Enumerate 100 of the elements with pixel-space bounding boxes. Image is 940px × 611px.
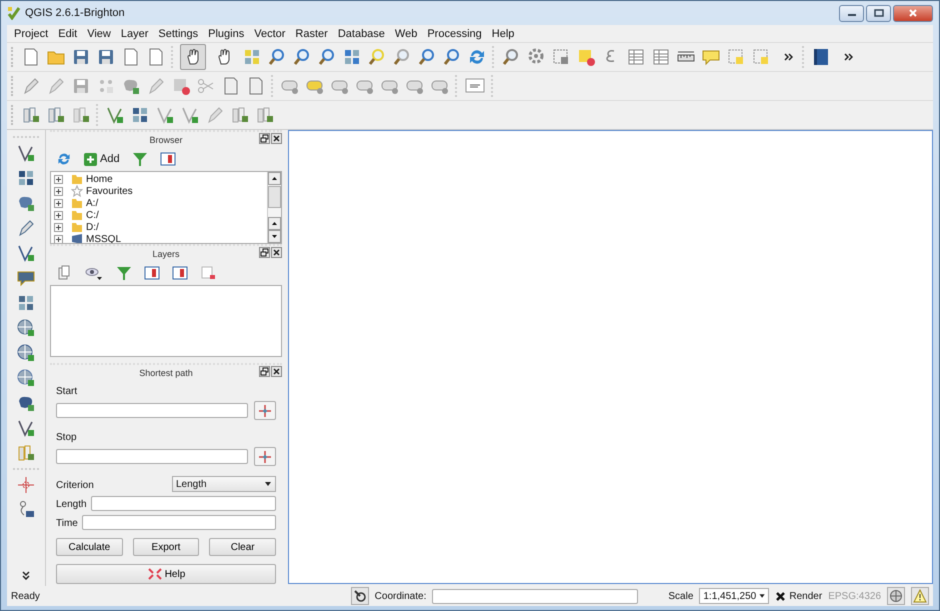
add-button[interactable]: Add xyxy=(84,152,120,166)
overflow-chevron-icon[interactable] xyxy=(784,52,793,62)
criterion-dropdown[interactable]: Length xyxy=(172,476,276,492)
vector-add-layer-icon[interactable] xyxy=(105,105,125,125)
action-button[interactable]: Clear xyxy=(209,538,276,556)
add-raster-icon[interactable] xyxy=(16,168,36,188)
form-annotation-square-icon[interactable] xyxy=(751,47,771,67)
browser-tree-item[interactable]: D:/ xyxy=(51,221,267,233)
menu-item[interactable]: Database xyxy=(332,28,390,40)
close-icon[interactable] xyxy=(271,247,282,258)
expander-icon[interactable] xyxy=(54,186,63,196)
expander-icon[interactable] xyxy=(54,198,63,208)
close-icon[interactable] xyxy=(271,133,282,144)
crosshair-icon[interactable] xyxy=(16,475,36,495)
scroll-up-icon[interactable] xyxy=(268,217,281,230)
scroll-up-icon[interactable] xyxy=(268,172,281,185)
zoom-in-magnifier-icon[interactable] xyxy=(267,47,287,67)
attribute-table-icon[interactable] xyxy=(626,47,646,67)
menu-item[interactable]: Vector xyxy=(249,28,290,40)
menu-item[interactable]: Raster xyxy=(290,28,333,40)
menu-item[interactable]: Layer xyxy=(116,28,154,40)
delete-square-icon[interactable] xyxy=(171,76,191,96)
remove-layer-icon[interactable] xyxy=(200,265,216,281)
menu-item[interactable]: Help xyxy=(486,28,520,40)
action-button[interactable]: Calculate xyxy=(56,538,123,556)
menu-item[interactable]: Processing xyxy=(422,28,487,40)
select-rectangle-icon[interactable] xyxy=(551,47,571,67)
plus-icon xyxy=(84,152,97,166)
zoom-full-grid-icon[interactable] xyxy=(342,47,362,67)
expand-chevron-icon[interactable] xyxy=(21,571,31,580)
scrollbar[interactable] xyxy=(267,172,281,243)
help-book-icon[interactable] xyxy=(811,47,831,67)
raster-add-layer-icon[interactable] xyxy=(130,105,150,125)
close-icon xyxy=(908,9,918,17)
float-icon[interactable] xyxy=(259,247,270,258)
start-point-field[interactable] xyxy=(56,403,248,418)
layer-page-icon[interactable] xyxy=(56,265,72,281)
menu-item[interactable]: Edit xyxy=(53,28,82,40)
length-field[interactable] xyxy=(90,496,276,511)
coordinate-toggle-button[interactable] xyxy=(350,587,369,605)
add-wfs-icon[interactable] xyxy=(16,343,36,363)
float-icon[interactable] xyxy=(259,133,270,144)
deselect-square-icon[interactable] xyxy=(576,47,596,67)
filter-icon[interactable] xyxy=(116,265,132,281)
close-icon[interactable] xyxy=(271,366,282,377)
zoom-last-magnifier-icon[interactable] xyxy=(417,47,437,67)
expander-icon[interactable] xyxy=(54,234,63,243)
coordinate-field[interactable] xyxy=(432,588,638,604)
float-icon[interactable] xyxy=(259,366,270,377)
scale-dropdown[interactable]: 1:1,451,250 xyxy=(699,588,770,604)
expand-table-icon[interactable] xyxy=(144,265,160,281)
menu-item[interactable]: Web xyxy=(390,28,422,40)
vector-edit-layer-icon[interactable] xyxy=(180,105,200,125)
render-checkbox[interactable]: Render xyxy=(775,590,822,602)
expander-icon[interactable] xyxy=(54,210,63,220)
menu-item[interactable]: Plugins xyxy=(203,28,250,40)
browser-tree-item[interactable]: Home xyxy=(51,173,267,185)
collapse-table-icon[interactable] xyxy=(172,265,188,281)
add-vector-icon[interactable] xyxy=(16,143,36,163)
pick-start-button[interactable] xyxy=(254,401,276,420)
scroll-down-icon[interactable] xyxy=(268,230,281,243)
folder-icon xyxy=(71,173,83,185)
menu-item[interactable]: Settings xyxy=(153,28,204,40)
zoom-layer-magnifier-icon[interactable] xyxy=(392,47,412,67)
filter-icon[interactable] xyxy=(132,151,148,167)
collapse-table-icon[interactable] xyxy=(160,151,176,167)
zoom-out-magnifier-icon[interactable] xyxy=(292,47,312,67)
zoom-selection-magnifier-icon[interactable] xyxy=(367,47,387,67)
expander-icon[interactable] xyxy=(54,222,63,232)
database-icon xyxy=(71,233,83,243)
start-label: Start xyxy=(56,385,78,397)
crosshair-icon xyxy=(258,450,272,464)
browser-tree-item[interactable]: C:/ xyxy=(51,209,267,221)
refresh-icon[interactable] xyxy=(56,151,72,167)
help-button[interactable]: Help xyxy=(56,564,276,584)
overflow-chevron-icon[interactable] xyxy=(844,52,853,62)
time-field[interactable] xyxy=(82,515,276,530)
new-layer-icon[interactable] xyxy=(16,418,36,438)
expander-icon[interactable] xyxy=(54,174,63,184)
projection-globe-button[interactable] xyxy=(887,587,905,605)
vector-layer-icon[interactable] xyxy=(155,105,175,125)
zoom-next-magnifier-icon[interactable] xyxy=(442,47,462,67)
pick-stop-button[interactable] xyxy=(254,447,276,466)
window-title: QGIS 2.6.1-Brighton xyxy=(25,7,125,19)
browser-tree-item[interactable]: A:/ xyxy=(51,197,267,209)
warning-button[interactable] xyxy=(911,587,929,605)
browser-tree-item[interactable]: Favourites xyxy=(51,185,267,197)
menu-item[interactable]: Project xyxy=(9,28,54,40)
add-wfs-vector-icon[interactable] xyxy=(16,368,36,388)
action-button[interactable]: Export xyxy=(132,538,200,556)
menu-item[interactable]: View xyxy=(82,28,116,40)
zoom-actual-magnifier-icon[interactable] xyxy=(317,47,337,67)
stop-point-field[interactable] xyxy=(56,449,248,464)
add-wcs-icon[interactable] xyxy=(16,318,36,338)
warning-icon xyxy=(913,589,927,603)
minimize-button[interactable] xyxy=(839,4,864,22)
text-annotation-square-icon[interactable] xyxy=(726,47,746,67)
maximize-button[interactable] xyxy=(866,4,891,22)
close-button[interactable] xyxy=(893,4,933,22)
eye-dropdown-icon[interactable] xyxy=(84,265,104,281)
